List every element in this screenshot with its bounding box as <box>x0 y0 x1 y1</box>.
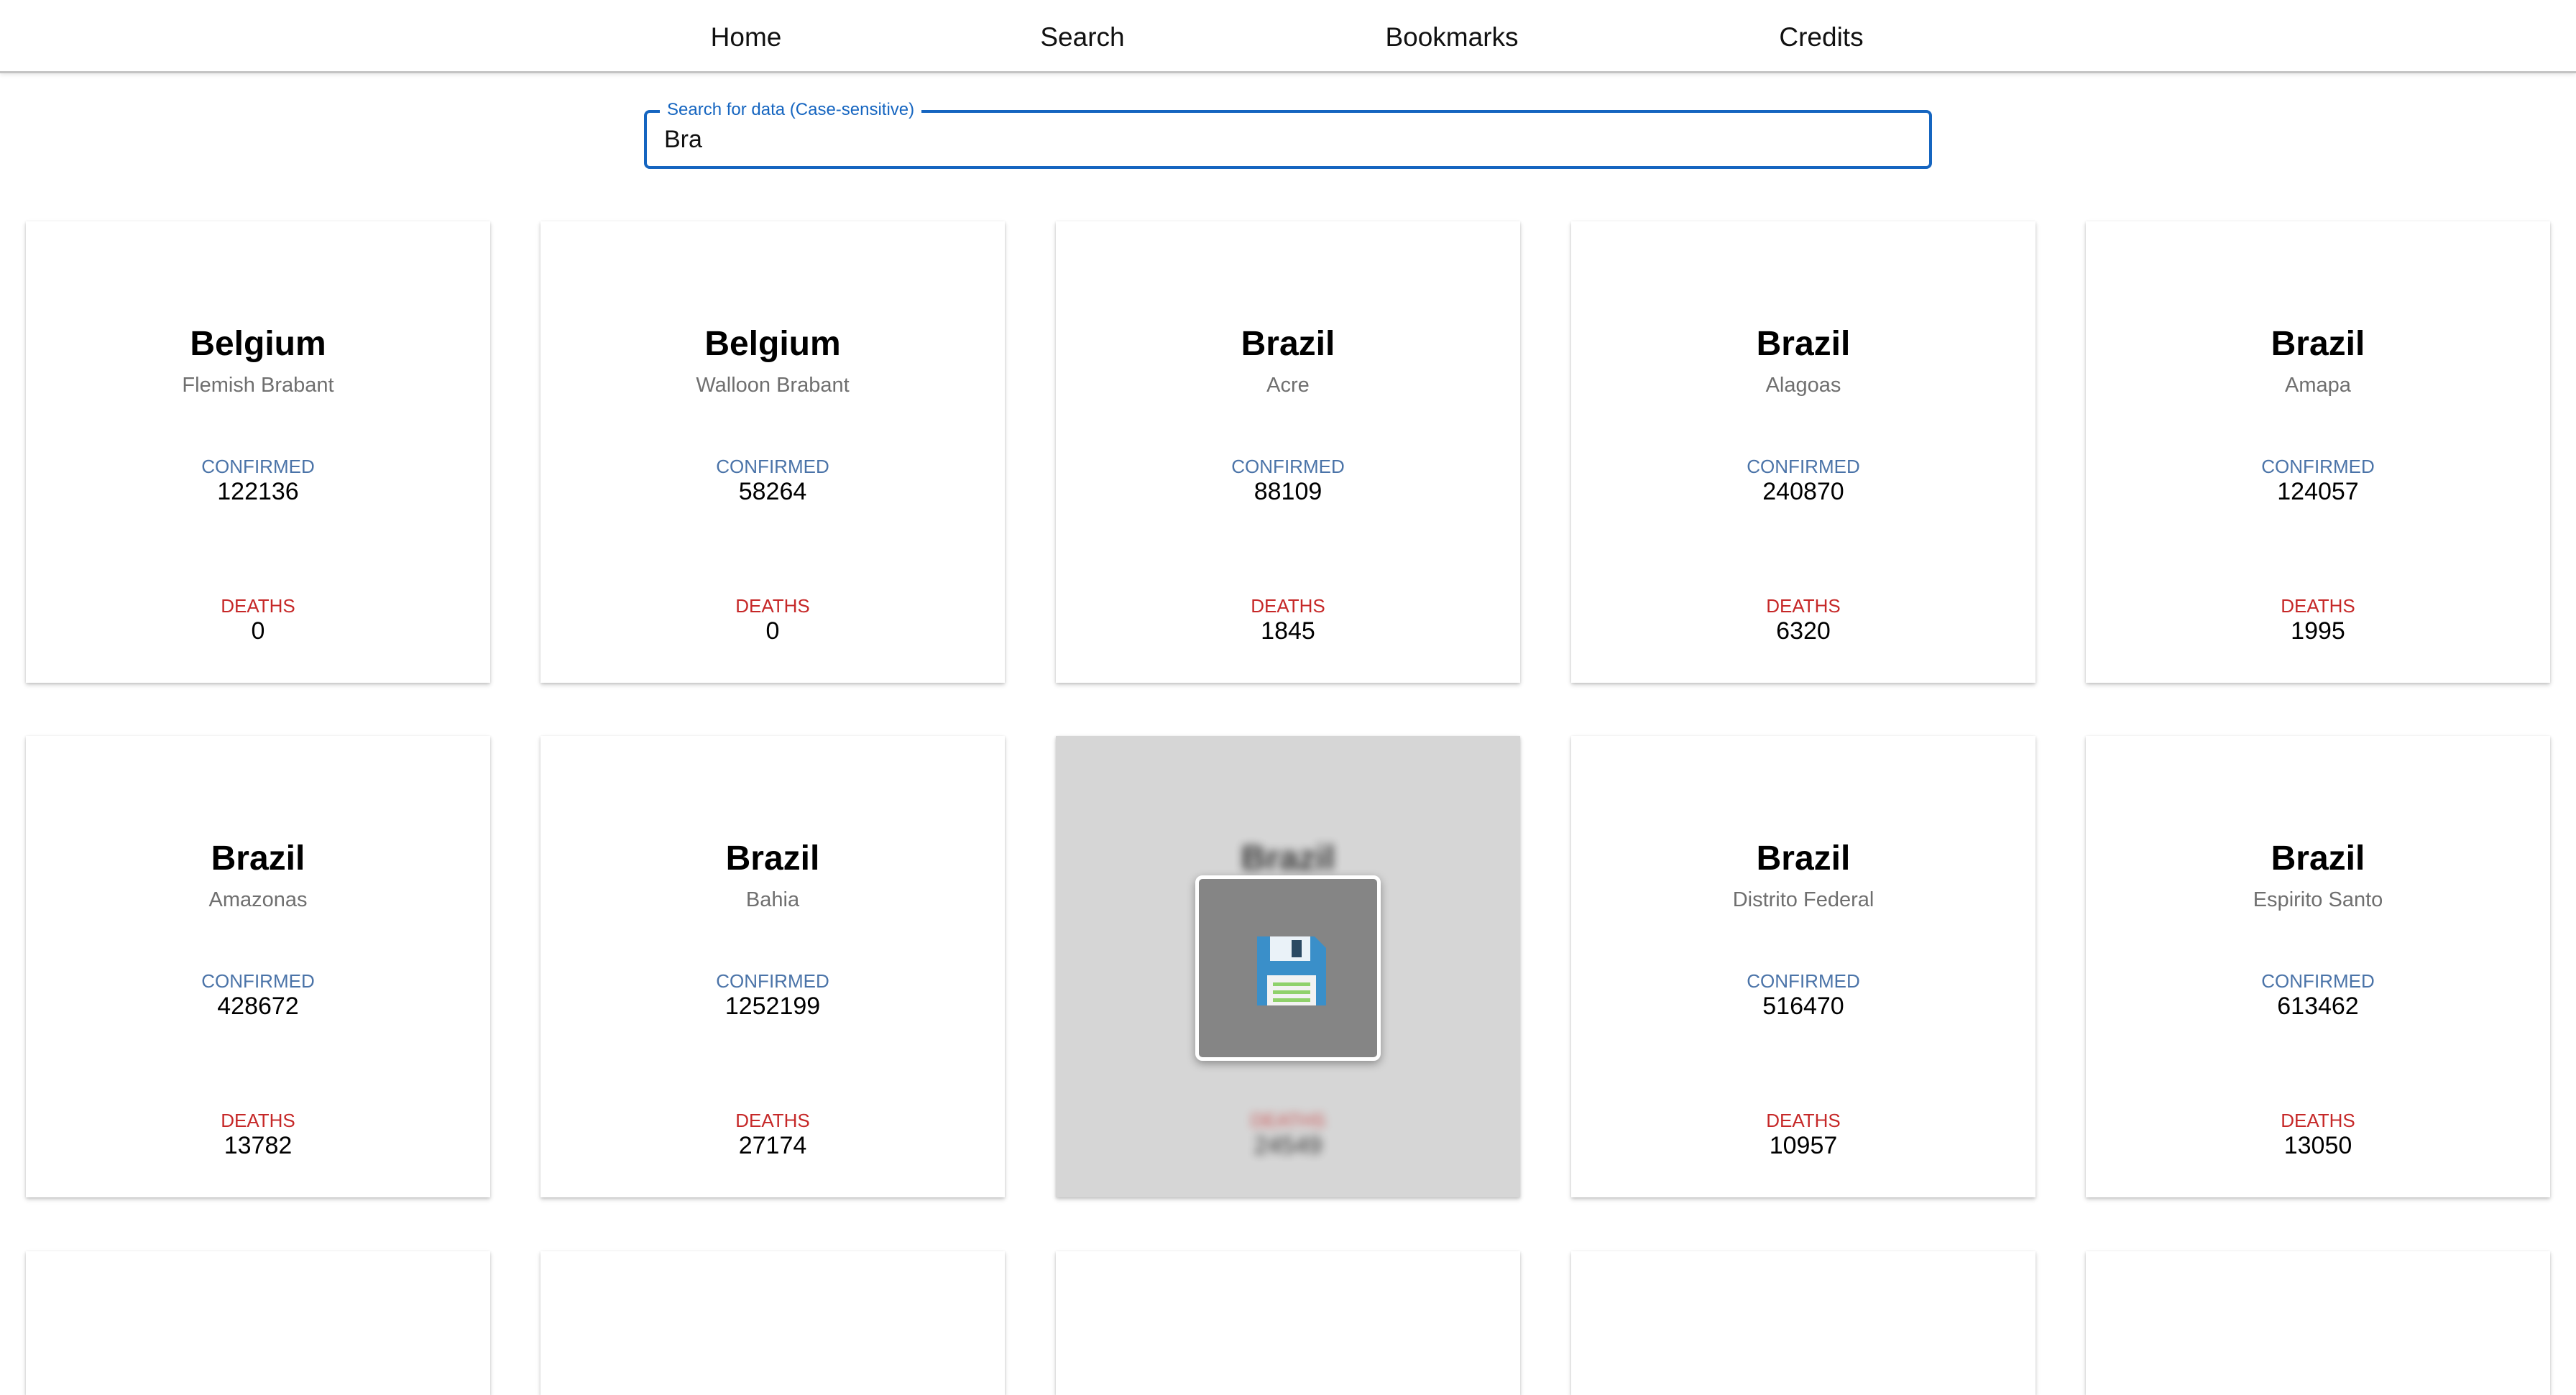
card-region: Amapa <box>2285 374 2351 397</box>
confirmed-label: CONFIRMED <box>1231 456 1345 477</box>
deaths-label: DEATHS <box>2281 595 2355 617</box>
deaths-value: 0 <box>251 617 265 645</box>
deaths-label: DEATHS <box>735 595 810 617</box>
confirmed-value: 122136 <box>217 478 299 505</box>
confirmed-value: 58264 <box>738 478 807 505</box>
card-country: Brazil <box>2271 325 2365 363</box>
result-card[interactable] <box>1056 1251 1520 1395</box>
confirmed-value: 428672 <box>217 993 299 1020</box>
confirmed-label: CONFIRMED <box>1747 456 1860 477</box>
deaths-label: DEATHS <box>221 595 295 617</box>
result-card[interactable] <box>1571 1251 2036 1395</box>
result-card[interactable]: Brazil Espirito Santo CONFIRMED 613462 D… <box>2086 736 2550 1197</box>
deaths-label: DEATHS <box>2281 1110 2355 1131</box>
deaths-value: 0 <box>765 617 780 645</box>
confirmed-value: 240870 <box>1762 478 1844 505</box>
confirmed-label: CONFIRMED <box>201 456 315 477</box>
card-country: Brazil <box>1241 839 1335 878</box>
deaths-label: DEATHS <box>1766 595 1841 617</box>
deaths-value: 13050 <box>2283 1132 2352 1159</box>
confirmed-value: 1252199 <box>724 993 821 1020</box>
deaths-value: 10957 <box>1769 1132 1838 1159</box>
result-card[interactable]: Brazil Amazonas CONFIRMED 428672 DEATHS … <box>26 736 490 1197</box>
card-region: Flemish Brabant <box>182 374 334 397</box>
result-card[interactable]: Brazil Bahia CONFIRMED 1252199 DEATHS 27… <box>540 736 1005 1197</box>
confirmed-label: CONFIRMED <box>716 456 829 477</box>
deaths-label: DEATHS <box>1251 1110 1325 1131</box>
bookmark-save-button[interactable] <box>1195 875 1381 1061</box>
results-grid: Belgium Flemish Brabant CONFIRMED 122136… <box>0 0 2576 1395</box>
result-card[interactable]: Brazil Alagoas CONFIRMED 240870 DEATHS 6… <box>1571 221 2036 683</box>
deaths-label: DEATHS <box>735 1110 810 1131</box>
card-region: Acre <box>1266 374 1310 397</box>
result-card[interactable] <box>540 1251 1005 1395</box>
floppy-disk-icon <box>1257 936 1326 1005</box>
confirmed-value: 124057 <box>2277 478 2359 505</box>
deaths-value: 1845 <box>1261 617 1315 645</box>
card-region: Amazonas <box>208 888 308 911</box>
confirmed-value: 613462 <box>2277 993 2359 1020</box>
deaths-value: 13782 <box>224 1132 293 1159</box>
result-card[interactable] <box>2086 1251 2550 1395</box>
card-country: Brazil <box>1756 839 1851 878</box>
deaths-label: DEATHS <box>1251 595 1325 617</box>
result-card[interactable]: Brazil Distrito Federal CONFIRMED 516470… <box>1571 736 2036 1197</box>
result-card[interactable] <box>26 1251 490 1395</box>
card-region: Bahia <box>745 888 800 911</box>
card-country: Brazil <box>211 839 305 878</box>
confirmed-label: CONFIRMED <box>2261 970 2375 992</box>
deaths-label: DEATHS <box>1766 1110 1841 1131</box>
confirmed-label: CONFIRMED <box>716 970 829 992</box>
card-region: Alagoas <box>1765 374 1841 397</box>
result-card-hovered[interactable]: Brazil Ceara CONFIRMED DEATHS 24549 <box>1056 736 1520 1197</box>
deaths-value: 24549 <box>1254 1132 1322 1159</box>
card-region: Espirito Santo <box>2253 888 2383 911</box>
deaths-label: DEATHS <box>221 1110 295 1131</box>
card-country: Brazil <box>2271 839 2365 878</box>
confirmed-label: CONFIRMED <box>2261 456 2375 477</box>
confirmed-label: CONFIRMED <box>1747 970 1860 992</box>
confirmed-label: CONFIRMED <box>201 970 315 992</box>
card-country: Brazil <box>1756 325 1851 363</box>
deaths-value: 1995 <box>2291 617 2345 645</box>
card-country: Brazil <box>725 839 820 878</box>
result-card[interactable]: Brazil Acre CONFIRMED 88109 DEATHS 1845 <box>1056 221 1520 683</box>
result-card[interactable]: Belgium Flemish Brabant CONFIRMED 122136… <box>26 221 490 683</box>
card-country: Belgium <box>190 325 326 363</box>
card-country: Brazil <box>1241 325 1335 363</box>
card-country: Belgium <box>704 325 841 363</box>
confirmed-value: 88109 <box>1254 478 1322 505</box>
result-card[interactable]: Brazil Amapa CONFIRMED 124057 DEATHS 199… <box>2086 221 2550 683</box>
result-card[interactable]: Belgium Walloon Brabant CONFIRMED 58264 … <box>540 221 1005 683</box>
deaths-value: 6320 <box>1776 617 1831 645</box>
confirmed-value: 516470 <box>1762 993 1844 1020</box>
card-region: Distrito Federal <box>1732 888 1874 911</box>
deaths-value: 27174 <box>738 1132 807 1159</box>
card-region: Walloon Brabant <box>696 374 850 397</box>
